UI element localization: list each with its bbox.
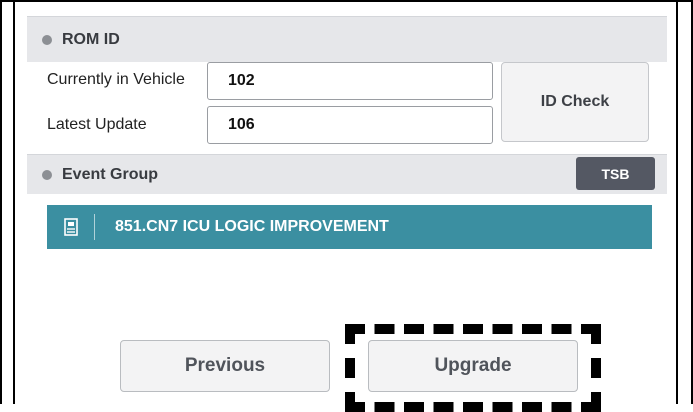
rom-id-title: ROM ID <box>62 30 120 48</box>
event-group-title: Event Group <box>62 165 159 183</box>
rom-id-section-header: ROM ID <box>27 16 667 62</box>
bullet-dot-icon <box>42 169 52 180</box>
frame-border-left <box>13 0 15 404</box>
bullet-dot-icon <box>42 34 52 45</box>
document-icon <box>47 214 95 240</box>
currently-in-vehicle-field: 102 <box>207 62 493 100</box>
currently-in-vehicle-label: Currently in Vehicle <box>47 71 185 88</box>
event-item-label: 851.CN7 ICU LOGIC IMPROVEMENT <box>115 218 389 235</box>
upgrade-button[interactable]: Upgrade <box>368 340 578 392</box>
latest-update-field: 106 <box>207 106 493 144</box>
frame-border-right <box>676 0 678 404</box>
tsb-button[interactable]: TSB <box>576 157 655 190</box>
previous-button[interactable]: Previous <box>120 340 330 392</box>
upgrade-panel: ROM ID Currently in Vehicle 102 Latest U… <box>27 8 667 412</box>
id-check-button[interactable]: ID Check <box>501 62 649 142</box>
latest-update-label: Latest Update <box>47 116 147 133</box>
event-group-section-header: Event Group <box>27 154 667 194</box>
event-list-item[interactable]: 851.CN7 ICU LOGIC IMPROVEMENT <box>47 205 652 249</box>
